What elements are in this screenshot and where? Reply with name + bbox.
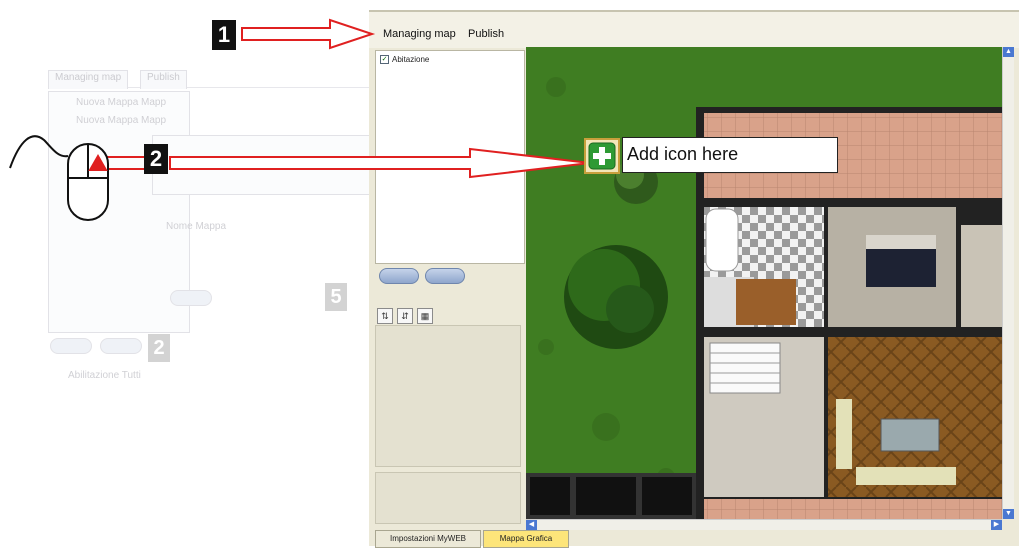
- arrow-to-menu: [241, 18, 376, 50]
- annotation-layer: [9, 18, 591, 221]
- mouse-icon: [9, 135, 109, 221]
- arrow-to-map: [169, 147, 591, 179]
- add-icon: [588, 142, 616, 170]
- step-marker-2: 2: [144, 144, 168, 174]
- step-marker-1: 1: [212, 20, 236, 50]
- add-icon-button[interactable]: [584, 138, 620, 174]
- add-icon-callout: Add icon here: [622, 137, 838, 173]
